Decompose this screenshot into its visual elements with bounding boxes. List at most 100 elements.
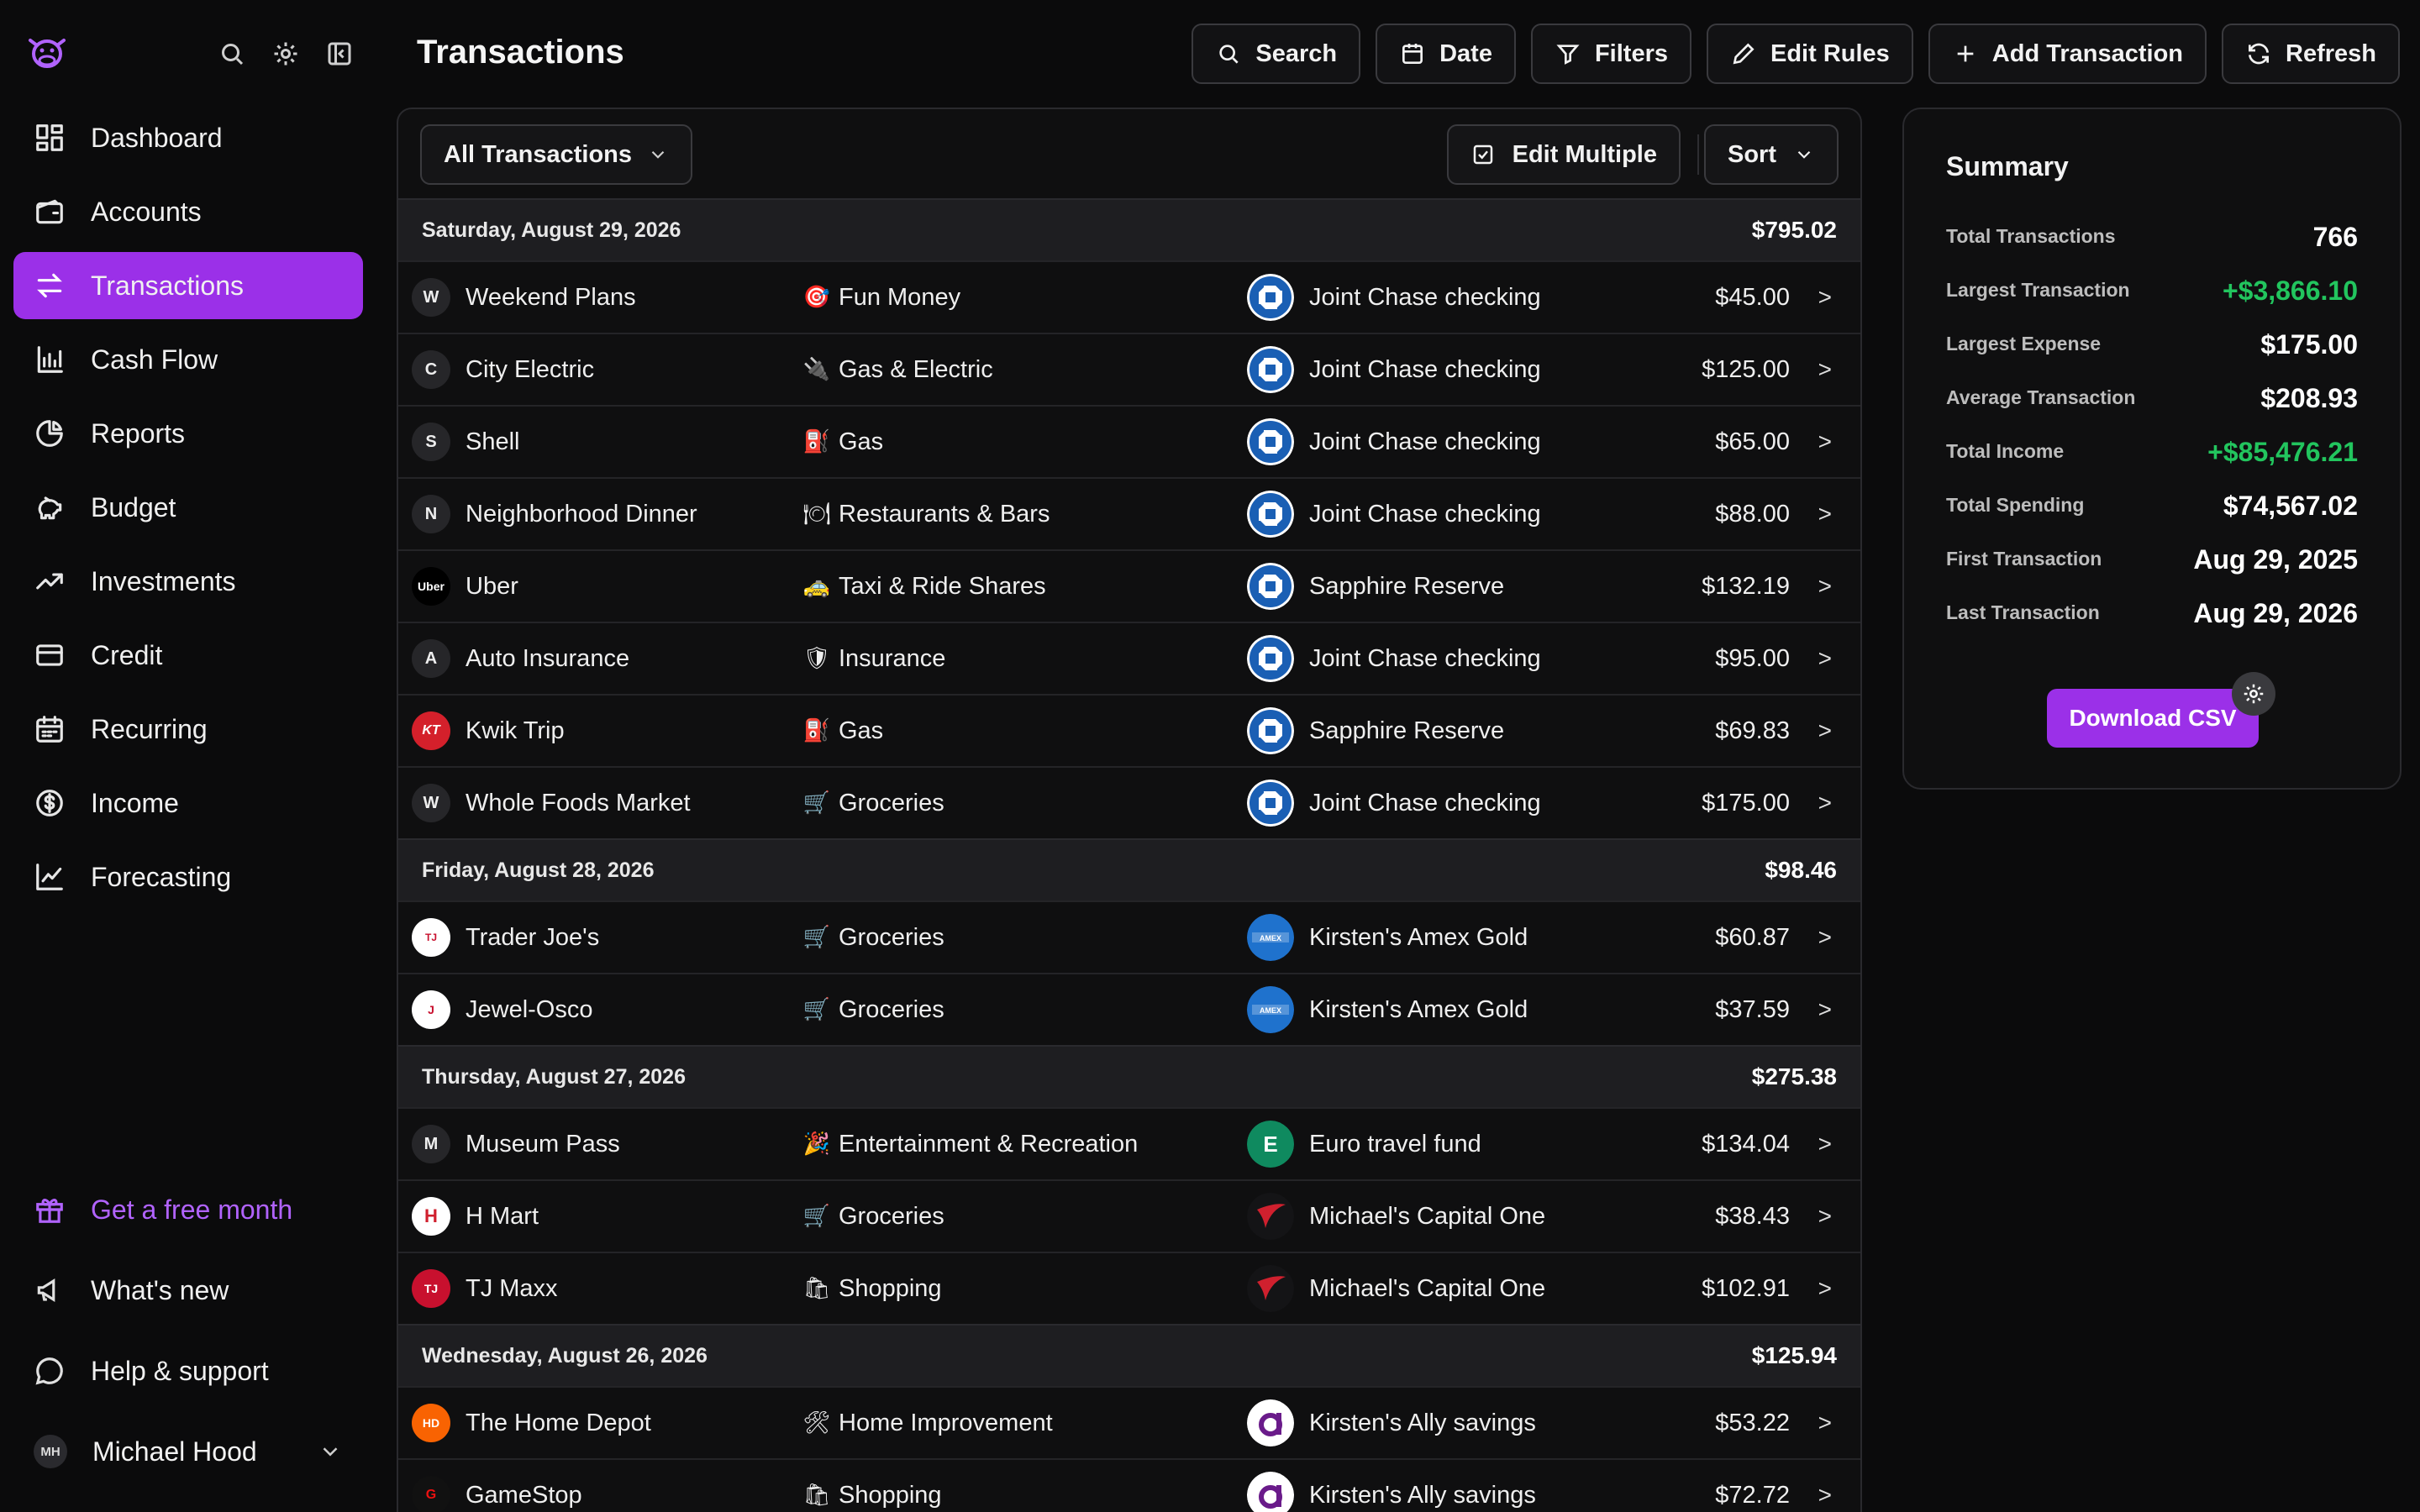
- row-arrow-icon[interactable]: >: [1818, 501, 1832, 528]
- category-cell[interactable]: 🚕 Taxi & Ride Shares: [802, 573, 1046, 601]
- account-cell[interactable]: Sapphire Reserve: [1247, 707, 1504, 754]
- sidebar-item-investments[interactable]: Investments: [13, 548, 363, 615]
- filters-button[interactable]: Filters: [1530, 24, 1691, 84]
- sidebar-item-budget[interactable]: Budget: [13, 474, 363, 541]
- sidebar-item-credit[interactable]: Credit: [13, 622, 363, 689]
- merchant-cell[interactable]: H H Mart: [412, 1197, 539, 1236]
- account-cell[interactable]: Michael's Capital One: [1247, 1265, 1545, 1312]
- account-cell[interactable]: Joint Chase checking: [1247, 274, 1541, 321]
- category-cell[interactable]: 🛒 Groceries: [802, 790, 944, 817]
- account-cell[interactable]: Sapphire Reserve: [1247, 563, 1504, 610]
- help-support-link[interactable]: Help & support: [13, 1337, 363, 1404]
- category-cell[interactable]: ⛽ Gas: [802, 428, 883, 456]
- category-cell[interactable]: 🛒 Groceries: [802, 1203, 944, 1231]
- sidebar-item-forecasting[interactable]: Forecasting: [13, 843, 363, 911]
- search-button[interactable]: Search: [1192, 24, 1361, 84]
- merchant-cell[interactable]: Uber Uber: [412, 567, 518, 606]
- account-cell[interactable]: Joint Chase checking: [1247, 635, 1541, 682]
- category-cell[interactable]: 🔌 Gas & Electric: [802, 356, 993, 384]
- table-row[interactable]: G GameStop 🛍 Shopping Kirsten's Ally sav…: [398, 1458, 1860, 1512]
- account-cell[interactable]: Kirsten's Ally savings: [1247, 1399, 1536, 1446]
- account-cell[interactable]: Joint Chase checking: [1247, 491, 1541, 538]
- merchant-cell[interactable]: W Weekend Plans: [412, 278, 636, 317]
- row-arrow-icon[interactable]: >: [1818, 1410, 1832, 1436]
- download-csv-button[interactable]: Download CSV: [2047, 689, 2259, 748]
- edit-multiple-button[interactable]: Edit Multiple: [1446, 124, 1681, 185]
- table-row[interactable]: Uber Uber 🚕 Taxi & Ride Shares Sapphire …: [398, 549, 1860, 622]
- date-button[interactable]: Date: [1376, 24, 1516, 84]
- edit-rules-button[interactable]: Edit Rules: [1706, 24, 1913, 84]
- merchant-cell[interactable]: M Museum Pass: [412, 1125, 620, 1163]
- category-cell[interactable]: ⛽ Gas: [802, 717, 883, 745]
- cow-logo-icon[interactable]: [24, 29, 71, 76]
- csv-settings-gear-icon[interactable]: [2232, 672, 2275, 716]
- table-row[interactable]: J Jewel-Osco 🛒 Groceries AMEX Kirsten's …: [398, 973, 1860, 1045]
- account-cell[interactable]: AMEX Kirsten's Amex Gold: [1247, 914, 1528, 961]
- sidebar-item-income[interactable]: Income: [13, 769, 363, 837]
- row-arrow-icon[interactable]: >: [1818, 1482, 1832, 1509]
- account-cell[interactable]: Kirsten's Ally savings: [1247, 1472, 1536, 1512]
- table-row[interactable]: H H Mart 🛒 Groceries Michael's Capital O…: [398, 1179, 1860, 1252]
- merchant-cell[interactable]: C City Electric: [412, 350, 594, 389]
- whats-new-link[interactable]: What's new: [13, 1257, 363, 1324]
- merchant-cell[interactable]: A Auto Insurance: [412, 639, 629, 678]
- gear-icon[interactable]: [271, 39, 301, 69]
- table-row[interactable]: W Weekend Plans 🎯 Fun Money Joint Chase …: [398, 260, 1860, 333]
- merchant-cell[interactable]: TJ Trader Joe's: [412, 918, 599, 957]
- category-cell[interactable]: 🛠 Home Improvement: [802, 1410, 1052, 1437]
- sidebar-item-transactions[interactable]: Transactions: [13, 252, 363, 319]
- table-row[interactable]: S Shell ⛽ Gas Joint Chase checking $65.0…: [398, 405, 1860, 477]
- free-month-link[interactable]: Get a free month: [13, 1176, 363, 1243]
- sidebar-item-dashboard[interactable]: Dashboard: [13, 104, 363, 171]
- row-arrow-icon[interactable]: >: [1818, 1203, 1832, 1230]
- category-cell[interactable]: 🛡 Insurance: [802, 645, 945, 673]
- row-arrow-icon[interactable]: >: [1818, 428, 1832, 455]
- user-menu[interactable]: MH Michael Hood: [13, 1418, 363, 1485]
- row-arrow-icon[interactable]: >: [1818, 573, 1832, 600]
- row-arrow-icon[interactable]: >: [1818, 924, 1832, 951]
- merchant-cell[interactable]: KT Kwik Trip: [412, 711, 565, 750]
- refresh-button[interactable]: Refresh: [2222, 24, 2400, 84]
- category-cell[interactable]: 🛍 Shopping: [802, 1482, 941, 1509]
- category-cell[interactable]: 🛒 Groceries: [802, 996, 944, 1024]
- table-row[interactable]: W Whole Foods Market 🛒 Groceries Joint C…: [398, 766, 1860, 838]
- account-cell[interactable]: AMEX Kirsten's Amex Gold: [1247, 986, 1528, 1033]
- transactions-filter-dropdown[interactable]: All Transactions: [420, 124, 693, 185]
- row-arrow-icon[interactable]: >: [1818, 1131, 1832, 1158]
- row-arrow-icon[interactable]: >: [1818, 645, 1832, 672]
- category-cell[interactable]: 🎉 Entertainment & Recreation: [802, 1131, 1138, 1158]
- table-row[interactable]: C City Electric 🔌 Gas & Electric Joint C…: [398, 333, 1860, 405]
- merchant-cell[interactable]: W Whole Foods Market: [412, 784, 691, 822]
- row-arrow-icon[interactable]: >: [1818, 717, 1832, 744]
- account-cell[interactable]: Joint Chase checking: [1247, 346, 1541, 393]
- row-arrow-icon[interactable]: >: [1818, 356, 1832, 383]
- category-cell[interactable]: 🛒 Groceries: [802, 924, 944, 952]
- collapse-sidebar-icon[interactable]: [324, 39, 355, 69]
- add-transaction-button[interactable]: Add Transaction: [1928, 24, 2207, 84]
- merchant-cell[interactable]: HD The Home Depot: [412, 1404, 651, 1442]
- sidebar-item-accounts[interactable]: Accounts: [13, 178, 363, 245]
- table-row[interactable]: A Auto Insurance 🛡 Insurance Joint Chase…: [398, 622, 1860, 694]
- table-row[interactable]: N Neighborhood Dinner 🍽 Restaurants & Ba…: [398, 477, 1860, 549]
- row-arrow-icon[interactable]: >: [1818, 284, 1832, 311]
- sidebar-item-cash-flow[interactable]: Cash Flow: [13, 326, 363, 393]
- merchant-cell[interactable]: S Shell: [412, 423, 520, 461]
- table-row[interactable]: M Museum Pass 🎉 Entertainment & Recreati…: [398, 1107, 1860, 1179]
- sort-button[interactable]: Sort: [1704, 124, 1839, 185]
- account-cell[interactable]: Joint Chase checking: [1247, 780, 1541, 827]
- table-row[interactable]: HD The Home Depot 🛠 Home Improvement Kir…: [398, 1386, 1860, 1458]
- merchant-cell[interactable]: N Neighborhood Dinner: [412, 495, 697, 533]
- account-cell[interactable]: E Euro travel fund: [1247, 1121, 1481, 1168]
- category-cell[interactable]: 🎯 Fun Money: [802, 284, 960, 312]
- row-arrow-icon[interactable]: >: [1818, 1275, 1832, 1302]
- category-cell[interactable]: 🍽 Restaurants & Bars: [802, 501, 1050, 528]
- table-row[interactable]: KT Kwik Trip ⛽ Gas Sapphire Reserve $69.…: [398, 694, 1860, 766]
- row-arrow-icon[interactable]: >: [1818, 790, 1832, 816]
- sidebar-item-recurring[interactable]: Recurring: [13, 696, 363, 763]
- sidebar-item-reports[interactable]: Reports: [13, 400, 363, 467]
- category-cell[interactable]: 🛍 Shopping: [802, 1275, 941, 1303]
- table-row[interactable]: TJ TJ Maxx 🛍 Shopping Michael's Capital …: [398, 1252, 1860, 1324]
- search-icon[interactable]: [217, 39, 247, 69]
- merchant-cell[interactable]: J Jewel-Osco: [412, 990, 593, 1029]
- account-cell[interactable]: Michael's Capital One: [1247, 1193, 1545, 1240]
